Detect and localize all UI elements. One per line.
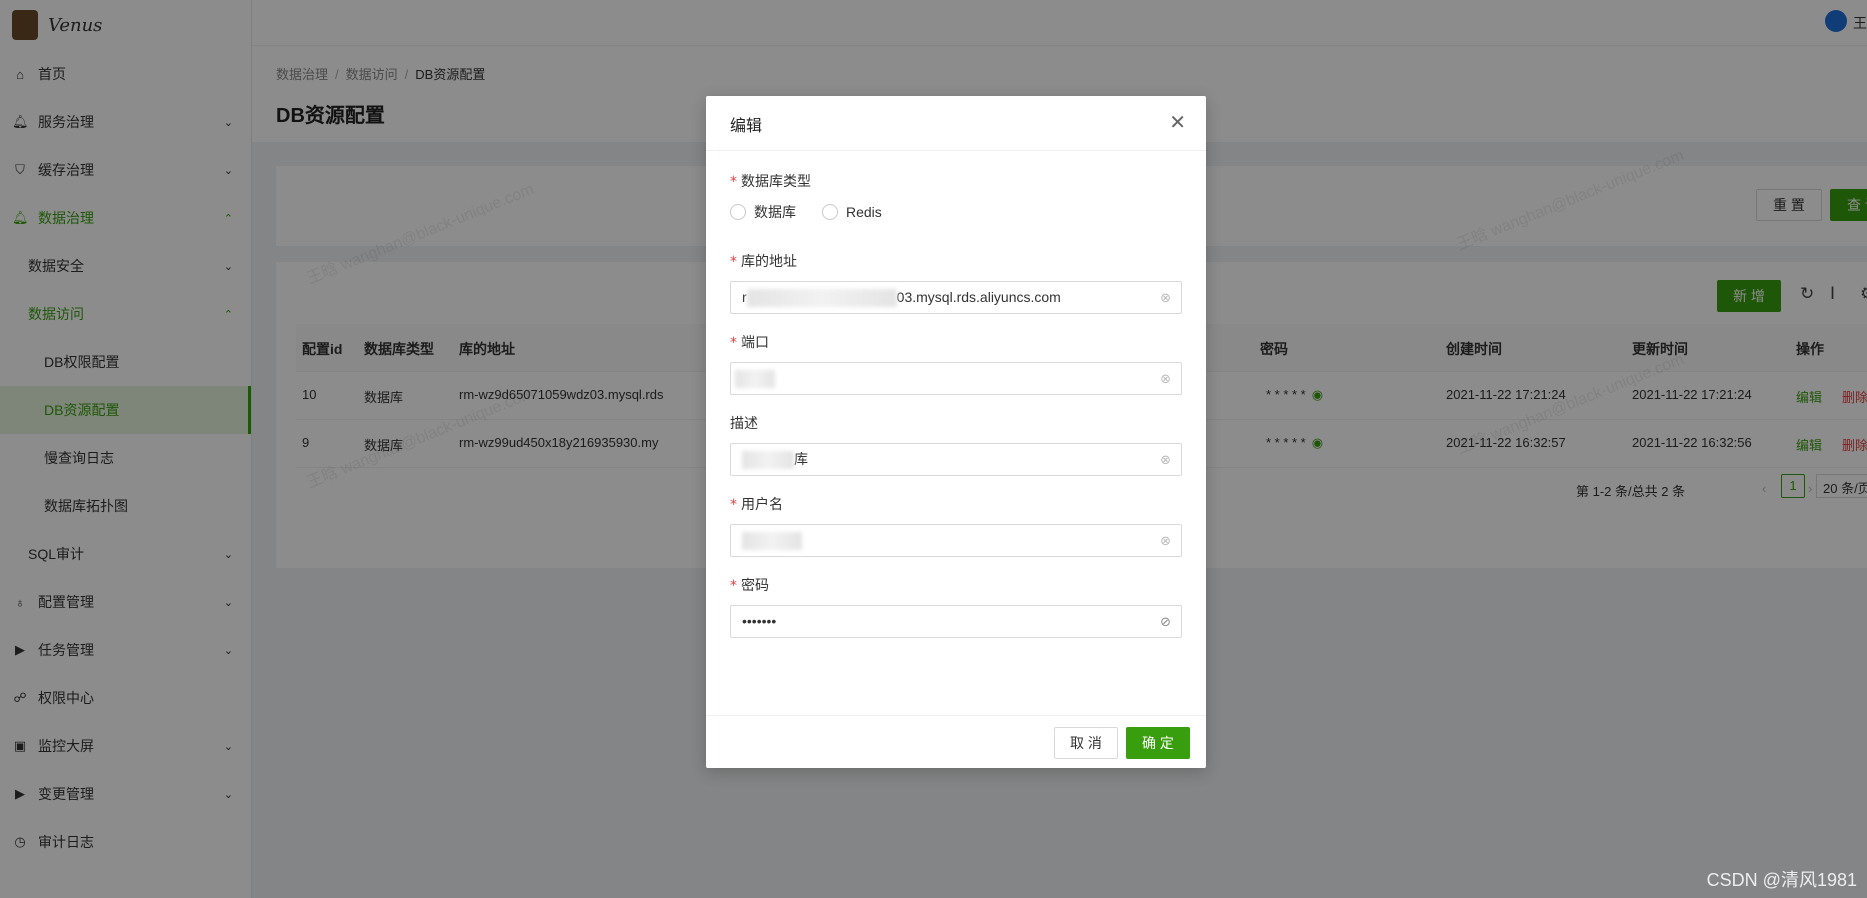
cancel-button[interactable]: 取 消 — [1054, 727, 1118, 759]
db-type-radio-group: 数据库 Redis — [730, 201, 1182, 223]
close-icon[interactable]: ✕ — [1169, 110, 1186, 135]
radio-redis[interactable]: Redis — [822, 204, 882, 220]
field-label: * 数据库类型 — [730, 173, 811, 190]
eye-invisible-icon[interactable]: ⊘ — [1160, 606, 1171, 637]
password-input[interactable]: ••••••• ⊘ — [730, 605, 1182, 638]
csdn-watermark: CSDN @清风1981 — [1706, 870, 1857, 890]
radio-circle[interactable] — [822, 204, 838, 220]
address-field: * 库的地址 r 03.mysql.rds.aliyuncs.com ⊗ — [730, 251, 1182, 314]
field-label: * 密码 — [730, 577, 769, 594]
field-label: 描述 — [730, 415, 758, 431]
edit-modal: 编辑 ✕ * 数据库类型 数据库 Redis * 库的地址 r 03.mysql.rd… — [706, 96, 1206, 768]
clear-icon[interactable]: ⊗ — [1160, 525, 1171, 556]
description-input[interactable]: 库 ⊗ — [730, 443, 1182, 476]
field-label: * 库的地址 — [730, 253, 797, 270]
username-input[interactable]: ⊗ — [730, 524, 1182, 557]
field-label: * 用户名 — [730, 496, 783, 513]
description-field: 描述 库 ⊗ — [730, 413, 1182, 476]
redacted-text — [742, 451, 794, 470]
modal-body: * 数据库类型 数据库 Redis * 库的地址 r 03.mysql.rds.ali… — [706, 151, 1206, 638]
modal-title: 编辑 — [730, 118, 763, 135]
clear-icon[interactable]: ⊗ — [1160, 444, 1171, 475]
address-input[interactable]: r 03.mysql.rds.aliyuncs.com ⊗ — [730, 281, 1182, 314]
clear-icon[interactable]: ⊗ — [1160, 363, 1171, 394]
field-label: * 端口 — [730, 334, 769, 351]
clear-icon[interactable]: ⊗ — [1160, 282, 1171, 313]
password-field: * 密码 ••••••• ⊘ — [730, 575, 1182, 638]
radio-database[interactable]: 数据库 — [730, 202, 796, 222]
confirm-button[interactable]: 确 定 — [1126, 727, 1190, 759]
redacted-text — [742, 532, 802, 551]
modal-header: 编辑 ✕ — [706, 96, 1206, 151]
modal-footer: 取 消 确 定 — [706, 715, 1206, 768]
username-field: * 用户名 ⊗ — [730, 494, 1182, 557]
db-type-field: * 数据库类型 数据库 Redis — [730, 171, 1182, 223]
port-input[interactable]: 330 ⊗ — [730, 362, 1182, 395]
port-field: *端口 330 ⊗ — [730, 332, 1182, 395]
redacted-text — [735, 370, 776, 389]
radio-circle[interactable] — [730, 204, 746, 220]
redacted-text — [746, 289, 897, 308]
